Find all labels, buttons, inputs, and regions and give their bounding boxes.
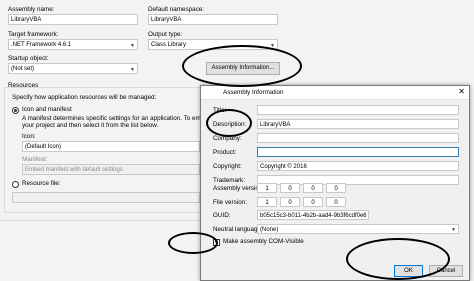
annotation-ellipse-com-visible (168, 232, 218, 254)
bottom-divider (0, 220, 200, 221)
assembly-name-field[interactable]: LibraryVBA (8, 14, 138, 25)
resources-specify-text: Specify how application resources will b… (12, 94, 157, 101)
startup-object-select[interactable]: (Not set) ▼ (8, 63, 138, 74)
startup-object-label: Startup object: (8, 55, 49, 62)
product-field[interactable] (257, 147, 459, 157)
resource-file-radio[interactable] (12, 181, 19, 188)
default-namespace-label: Default namespace: (148, 6, 205, 13)
neutral-language-select[interactable]: (None) ▼ (257, 224, 459, 234)
target-framework-label: Target framework: (8, 31, 59, 38)
annotation-ellipse-description (206, 109, 252, 137)
resource-file-label: Resource file: (22, 180, 61, 187)
dialog-title: Assembly Information (223, 89, 284, 96)
icon-value: (Default Icon) (25, 144, 62, 150)
company-field[interactable] (257, 133, 459, 143)
target-framework-select[interactable]: .NET Framework 4.6.1 ▼ (8, 39, 138, 50)
title-field[interactable] (257, 105, 459, 115)
chevron-down-icon: ▼ (130, 67, 135, 73)
file-version-revision[interactable]: 0 (326, 197, 346, 207)
guid-field[interactable]: b05c15c3-b011-4b2b-aad4-9b3f6cdf0e6 (257, 210, 369, 220)
icon-select[interactable]: (Default Icon) (22, 141, 200, 152)
annotation-ellipse-ok (346, 238, 450, 280)
file-version-label: File version: (213, 199, 247, 206)
trademark-label: Trademark: (213, 177, 245, 184)
guid-label: GUID: (213, 212, 231, 219)
file-version-minor[interactable]: 0 (280, 197, 300, 207)
file-version-major[interactable]: 1 (257, 197, 277, 207)
assembly-version-minor[interactable]: 0 (280, 183, 300, 193)
icon-label: Icon: (22, 133, 36, 140)
icon-manifest-radio[interactable] (12, 107, 19, 114)
resource-file-field[interactable] (12, 192, 200, 203)
neutral-language-value: (None) (260, 227, 279, 233)
output-type-label: Output type: (148, 31, 183, 38)
assembly-version-revision[interactable]: 0 (326, 183, 346, 193)
assembly-name-label: Assembly name: (8, 6, 55, 13)
manifest-label: Manifest: (22, 156, 48, 163)
dialog-title-bar: Assembly Information ✕ (201, 86, 469, 100)
icon-manifest-label: Icon and manifest (22, 106, 72, 113)
default-namespace-field[interactable]: LibraryVBA (148, 14, 278, 25)
assembly-version-build[interactable]: 0 (303, 183, 323, 193)
copyright-field[interactable]: Copyright © 2016 (257, 161, 459, 171)
copyright-label: Copyright: (213, 163, 242, 170)
annotation-ellipse-assembly-info (182, 45, 302, 87)
com-visible-label: Make assembly COM-Visible (223, 238, 304, 245)
output-type-value: Class Library (151, 42, 187, 48)
icon-manifest-description-line2: your project and then select it from the… (22, 122, 159, 129)
chevron-down-icon: ▼ (130, 43, 135, 49)
assembly-version-major[interactable]: 1 (257, 183, 277, 193)
file-version-build[interactable]: 0 (303, 197, 323, 207)
neutral-language-label: Neutral language: (213, 226, 263, 233)
description-field[interactable]: LibraryVBA (257, 119, 459, 129)
startup-object-value: (Not set) (11, 66, 35, 72)
chevron-down-icon: ▼ (451, 227, 456, 233)
product-label: Product: (213, 149, 237, 156)
target-framework-value: .NET Framework 4.6.1 (11, 42, 72, 48)
manifest-select[interactable]: Embed manifest with default settings (22, 164, 200, 175)
close-icon[interactable]: ✕ (458, 87, 465, 96)
